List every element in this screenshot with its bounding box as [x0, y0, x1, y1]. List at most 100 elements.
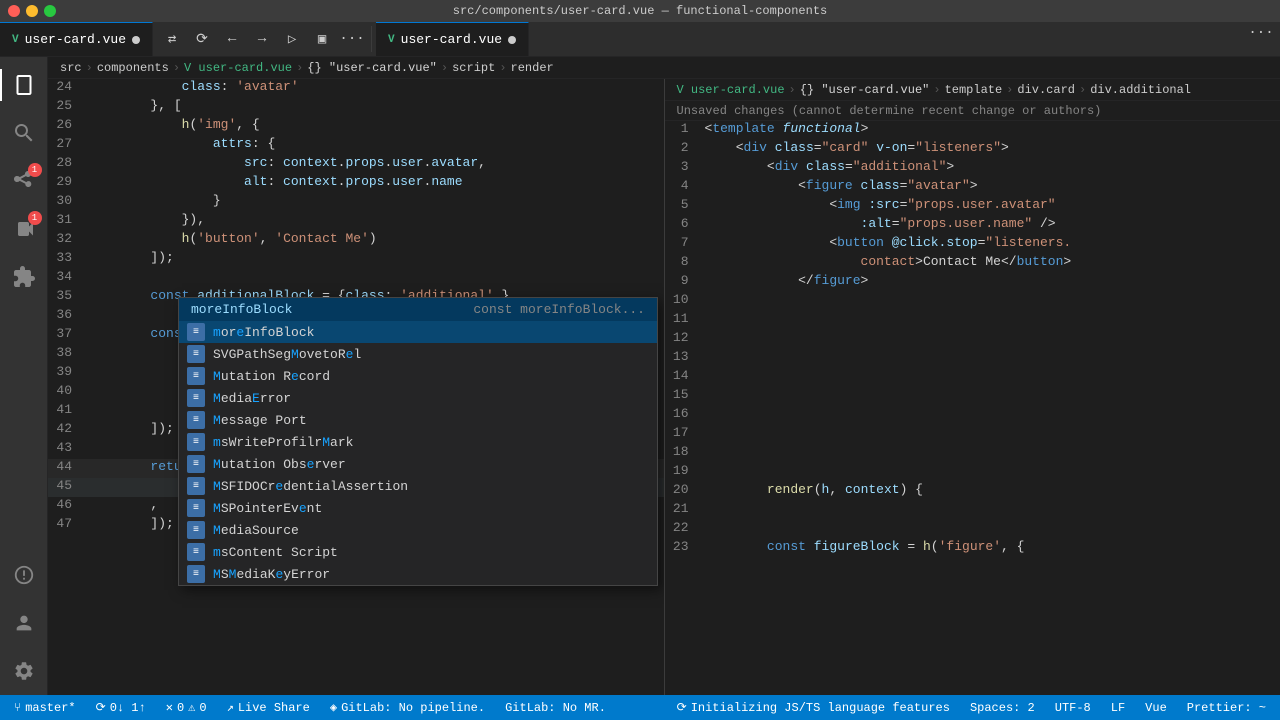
tab-left-user-card[interactable]: V user-card.vue [0, 22, 153, 56]
ac-item-1[interactable]: ≡ SVGPathSegMovetoRel [179, 343, 657, 365]
run-icon[interactable]: ▷ [281, 28, 303, 50]
status-branch[interactable]: ⑂ master* [10, 695, 80, 720]
window-title: src/components/user-card.vue — functiona… [453, 4, 827, 18]
ac-item-4[interactable]: ≡ Message Port [179, 409, 657, 431]
ac-item-8[interactable]: ≡ MSPointerEvent [179, 497, 657, 519]
code-line-31: 31 }), [48, 212, 664, 231]
code-line-26: 26 h('img', { [48, 117, 664, 136]
code-line-27: 27 attrs: { [48, 136, 664, 155]
status-gitlab-mr[interactable]: GitLab: No MR. [501, 695, 610, 720]
ac-item-11[interactable]: ≡ MSMediaKeyError [179, 563, 657, 585]
gitlab-pipeline: GitLab: No pipeline. [341, 701, 485, 715]
status-spaces[interactable]: Spaces: 2 [966, 695, 1039, 720]
ac-text-1: SVGPathSegMovetoRel [213, 347, 361, 362]
r-code-line-5: 5 <img :src="props.user.avatar" [665, 197, 1280, 216]
code-editor-right[interactable]: 1 <template functional> 2 <div class="ca… [665, 121, 1280, 695]
ac-item-6[interactable]: ≡ Mutation Observer [179, 453, 657, 475]
tab-bar: V user-card.vue ⇄ ⟳ ← → ▷ ▣ ··· V user-c… [0, 22, 1280, 57]
split-editor-icon[interactable]: ▣ [311, 28, 333, 50]
forward-icon[interactable]: → [251, 28, 273, 50]
more-actions-icon[interactable]: ··· [341, 28, 363, 50]
r-code-line-8: 8 contact>Contact Me</button> [665, 254, 1280, 273]
sidebar-item-extensions[interactable] [0, 253, 48, 301]
autocomplete-dropdown[interactable]: moreInfoBlock const moreInfoBlock... ≡ m… [178, 297, 658, 586]
ac-text-3: MediaError [213, 391, 291, 406]
live-share-icon: ↗ [227, 700, 234, 715]
ac-text-7: MSFIDOCredentialAssertion [213, 479, 408, 494]
sidebar-item-source-control[interactable]: 1 [0, 157, 48, 205]
source-control-badge: 1 [28, 163, 42, 177]
sidebar-item-run[interactable]: 1 [0, 205, 48, 253]
r-code-line-11: 11 [665, 311, 1280, 330]
ac-item-9[interactable]: ≡ MediaSource [179, 519, 657, 541]
gitlab-icon: ◈ [330, 700, 337, 715]
warning-icon: ⚠ [188, 700, 195, 715]
editor-left[interactable]: 24 class: 'avatar' 25 }, [ 26 h('img', { [48, 79, 664, 695]
status-language[interactable]: Vue [1141, 695, 1171, 720]
main-layout: 1 1 src › components › V user-card.vue › [0, 57, 1280, 695]
tab-actions-left: ⇄ ⟳ ← → ▷ ▣ ··· [153, 22, 371, 56]
status-prettier[interactable]: Prettier: ~ [1183, 695, 1270, 720]
breadcrumb-right: V user-card.vue › {} "user-card.vue" › t… [665, 79, 1280, 101]
traffic-lights[interactable] [8, 5, 56, 17]
r-code-line-6: 6 :alt="props.user.name" /> [665, 216, 1280, 235]
ac-icon-6: ≡ [187, 455, 205, 473]
close-button[interactable] [8, 5, 20, 17]
r-code-line-21: 21 [665, 501, 1280, 520]
breadcrumb-left: src › components › V user-card.vue › {} … [48, 57, 1280, 79]
ac-item-0[interactable]: ≡ moreInfoBlock [179, 321, 657, 343]
ac-icon-1: ≡ [187, 345, 205, 363]
r-code-line-17: 17 [665, 425, 1280, 444]
sidebar-item-account[interactable] [0, 599, 48, 647]
status-live-share[interactable]: ↗ Live Share [223, 695, 314, 720]
source-control-icon[interactable]: ⇄ [161, 28, 183, 50]
sync-arrows-icon: ⟳ [96, 700, 106, 715]
split-editor: 24 class: 'avatar' 25 }, [ 26 h('img', { [48, 79, 1280, 695]
editor-area: src › components › V user-card.vue › {} … [48, 57, 1280, 695]
git-branch-icon: ⑂ [14, 701, 21, 715]
back-icon[interactable]: ← [221, 28, 243, 50]
sync-icon[interactable]: ⟳ [191, 28, 213, 50]
warning-count: 0 [199, 701, 206, 715]
ac-text-0: moreInfoBlock [213, 325, 314, 340]
ac-text-11: MSMediaKeyError [213, 567, 330, 582]
r-code-line-13: 13 [665, 349, 1280, 368]
autocomplete-header-detail: const moreInfoBlock... [473, 302, 645, 317]
ac-text-8: MSPointerEvent [213, 501, 322, 516]
status-sync[interactable]: ⟳ 0↓ 1↑ [92, 695, 150, 720]
status-encoding[interactable]: UTF-8 [1051, 695, 1095, 720]
status-errors[interactable]: ✕ 0 ⚠ 0 [162, 695, 211, 720]
maximize-button[interactable] [44, 5, 56, 17]
ac-item-2[interactable]: ≡ Mutation Record [179, 365, 657, 387]
ac-item-3[interactable]: ≡ MediaError [179, 387, 657, 409]
sidebar-item-remote[interactable] [0, 551, 48, 599]
ac-icon-0: ≡ [187, 323, 205, 341]
right-more-actions-icon[interactable]: ··· [1250, 22, 1272, 44]
language-text: Vue [1145, 701, 1167, 715]
initializing-text: Initializing JS/TS language features [691, 701, 950, 715]
eol-text: LF [1111, 701, 1125, 715]
sidebar-item-explorer[interactable] [0, 61, 48, 109]
tab-right-user-card[interactable]: V user-card.vue [376, 22, 529, 56]
ac-item-10[interactable]: ≡ msContent Script [179, 541, 657, 563]
status-gitlab[interactable]: ◈ GitLab: No pipeline. [326, 695, 489, 720]
code-line-28: 28 src: context.props.user.avatar, [48, 155, 664, 174]
ac-item-5[interactable]: ≡ msWriteProfilrMark [179, 431, 657, 453]
tab-left-label: user-card.vue [25, 32, 126, 47]
minimize-button[interactable] [26, 5, 38, 17]
autocomplete-header: moreInfoBlock const moreInfoBlock... [179, 298, 657, 321]
ac-item-7[interactable]: ≡ MSFIDOCredentialAssertion [179, 475, 657, 497]
sync-count: 0↓ 1↑ [110, 701, 146, 715]
gitlab-mr-text: GitLab: No MR. [505, 701, 606, 715]
ac-icon-3: ≡ [187, 389, 205, 407]
editor-right[interactable]: V user-card.vue › {} "user-card.vue" › t… [664, 79, 1280, 695]
status-initializing[interactable]: ⟳ Initializing JS/TS language features [673, 695, 954, 720]
sidebar-item-settings[interactable] [0, 647, 48, 695]
r-code-line-22: 22 [665, 520, 1280, 539]
sidebar-item-search[interactable] [0, 109, 48, 157]
code-line-24: 24 class: 'avatar' [48, 79, 664, 98]
r-code-line-2: 2 <div class="card" v-on="listeners"> [665, 140, 1280, 159]
status-eol[interactable]: LF [1107, 695, 1129, 720]
vue-icon-right: V [388, 34, 395, 46]
ac-icon-4: ≡ [187, 411, 205, 429]
